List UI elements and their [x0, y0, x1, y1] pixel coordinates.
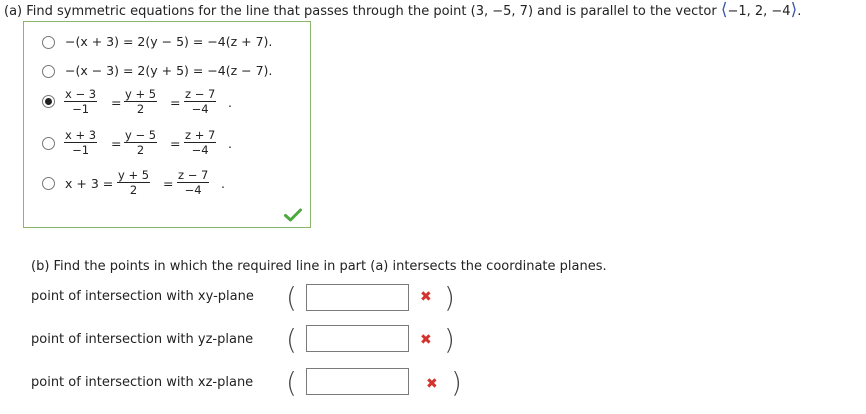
option-1-text: −(x + 3) = 2(y − 5) = −4(z + 7).: [65, 34, 273, 49]
question-a-point: (3, −5, 7): [470, 4, 534, 19]
option-4-num-3: z + 7: [184, 128, 217, 143]
period: .: [228, 136, 232, 151]
option-5-num-2: y + 5: [117, 168, 151, 183]
question-a-prefix: (a) Find symmetric equations for the lin…: [4, 4, 467, 19]
option-4-den-1: −1: [72, 143, 90, 157]
yz-plane-label: point of intersection with yz-plane: [31, 332, 254, 347]
radio-option-4[interactable]: [42, 137, 55, 150]
option-5-den-2: 2: [129, 183, 138, 197]
option-3-num-2: y + 5: [124, 87, 158, 102]
xy-plane-label: point of intersection with xy-plane: [31, 289, 254, 304]
option-3-den-1: −1: [72, 102, 90, 116]
checkmark-icon: [284, 208, 302, 222]
x-mark-icon: ✖: [420, 289, 432, 305]
question-a-middle: and is parallel to the vector: [537, 4, 717, 19]
xz-plane-input[interactable]: [306, 368, 409, 395]
option-5-den-3: −4: [184, 183, 202, 197]
radio-option-3[interactable]: [42, 95, 55, 108]
period: .: [228, 95, 232, 110]
option-3-den-3: −4: [191, 102, 209, 116]
option-5-frac-2: y + 5 2: [117, 168, 151, 197]
option-4-frac-3: z + 7 −4: [184, 128, 217, 157]
option-3-num-3: z − 7: [184, 87, 217, 102]
close-paren: ): [444, 281, 455, 314]
open-paren: (: [286, 323, 297, 356]
open-paren: (: [286, 366, 297, 399]
option-3-num-1: x − 3: [64, 87, 98, 102]
radio-option-5[interactable]: [42, 177, 55, 190]
choices-box: −(x + 3) = 2(y − 5) = −4(z + 7). −(x − 3…: [23, 21, 311, 228]
x-mark-icon: ✖: [426, 376, 438, 392]
option-5-frac-3: z − 7 −4: [177, 168, 210, 197]
equals-sign: =: [163, 176, 174, 191]
question-a-end: .: [797, 4, 802, 19]
equals-sign: =: [170, 95, 181, 110]
option-4-num-1: x + 3: [64, 128, 98, 143]
option-4-frac-1: x + 3 −1: [64, 128, 98, 157]
xz-plane-label: point of intersection with xz-plane: [31, 375, 254, 390]
equals-sign: =: [111, 95, 122, 110]
equals-sign: =: [111, 136, 122, 151]
question-a: (a) Find symmetric equations for the lin…: [4, 2, 802, 20]
question-b: (b) Find the points in which the require…: [31, 259, 607, 274]
yz-plane-input[interactable]: [306, 325, 409, 352]
radio-option-2[interactable]: [42, 65, 55, 78]
radio-option-1[interactable]: [42, 36, 55, 49]
equals-sign: =: [170, 136, 181, 151]
open-paren: (: [286, 281, 297, 314]
period: .: [221, 176, 225, 191]
option-5-lead: x + 3 =: [65, 176, 114, 191]
close-paren: ): [444, 323, 455, 356]
x-mark-icon: ✖: [420, 332, 432, 348]
xy-plane-input[interactable]: [306, 284, 409, 311]
option-4-den-2: 2: [136, 143, 145, 157]
question-a-vector: −1, 2, −4: [727, 4, 791, 19]
option-4-den-3: −4: [191, 143, 209, 157]
option-3-frac-1: x − 3 −1: [64, 87, 98, 116]
option-4-frac-2: y − 5 2: [124, 128, 158, 157]
option-2-text: −(x − 3) = 2(y + 5) = −4(z − 7).: [65, 63, 273, 78]
option-5-num-3: z − 7: [177, 168, 210, 183]
option-4-num-2: y − 5: [124, 128, 158, 143]
option-3-den-2: 2: [136, 102, 145, 116]
option-3-frac-2: y + 5 2: [124, 87, 158, 116]
option-3-frac-3: z − 7 −4: [184, 87, 217, 116]
close-paren: ): [451, 366, 462, 399]
